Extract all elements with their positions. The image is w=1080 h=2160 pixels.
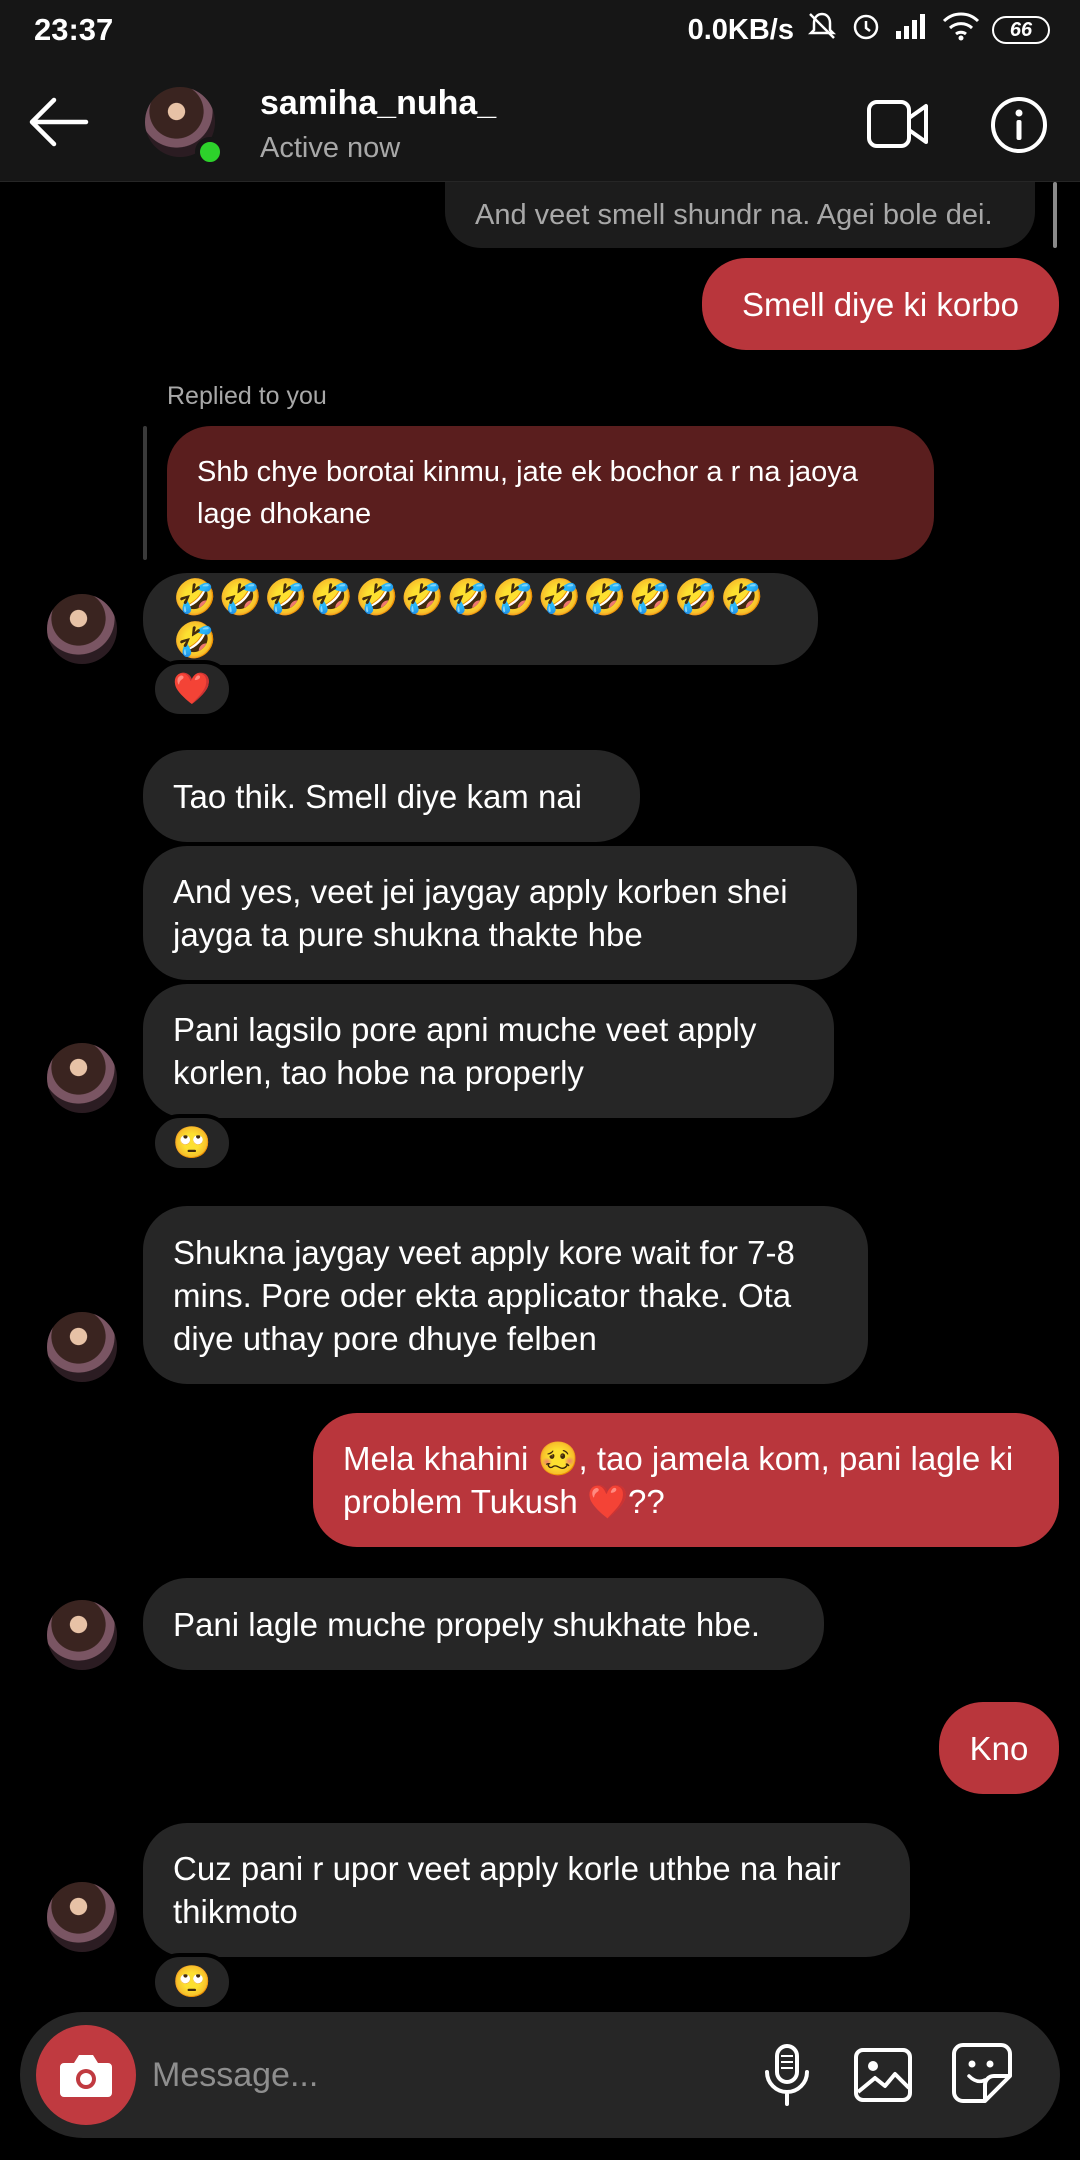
info-button[interactable]	[990, 96, 1048, 154]
message-text: Smell diye ki korbo	[742, 285, 1019, 323]
avatar[interactable]	[47, 1882, 117, 1952]
message-bubble-received[interactable]: 🤣🤣🤣🤣🤣🤣🤣🤣🤣🤣🤣🤣🤣🤣	[143, 573, 818, 665]
message-bubble-received[interactable]: Pani lagle muche propely shukhate hbe.	[143, 1578, 824, 1670]
chat-header: samiha_nuha_ Active now	[0, 62, 1080, 182]
gallery-icon	[854, 2048, 912, 2102]
camera-button[interactable]	[36, 2025, 136, 2125]
message-text: Pani lagsilo pore apni muche veet apply …	[173, 1011, 757, 1091]
message-bubble-received[interactable]: And veet smell shundr na. Agei bole dei.	[445, 182, 1035, 248]
message-composer	[20, 2012, 1060, 2138]
message-text: 🤣🤣🤣🤣🤣🤣🤣🤣🤣🤣🤣🤣🤣🤣	[173, 578, 766, 660]
message-text: Mela khahini 🥴, tao jamela kom, pani lag…	[343, 1440, 1014, 1520]
message-bubble-received[interactable]: Shukna jaygay veet apply kore wait for 7…	[143, 1206, 868, 1384]
status-bar: 23:37 0.0KB/s 66	[0, 0, 1080, 62]
gallery-button[interactable]	[851, 2042, 915, 2108]
reaction-eyeroll[interactable]: 🙄	[151, 1953, 233, 2011]
avatar[interactable]	[47, 594, 117, 664]
status-icons: 0.0KB/s 66	[688, 10, 1050, 50]
mute-icon	[806, 10, 838, 50]
username[interactable]: samiha_nuha_	[260, 84, 496, 123]
sticker-button[interactable]	[949, 2040, 1015, 2106]
reaction-heart[interactable]: ❤️	[151, 660, 233, 718]
sticker-icon	[952, 2043, 1012, 2103]
battery-icon: 66	[992, 16, 1050, 44]
message-text: And veet smell shundr na. Agei bole dei.	[475, 198, 993, 231]
back-arrow-icon	[29, 97, 89, 147]
replied-label: Replied to you	[167, 382, 327, 410]
quoted-text: Shb chye borotai kinmu, jate ek bochor a…	[197, 456, 858, 530]
message-bubble-sent[interactable]: Mela khahini 🥴, tao jamela kom, pani lag…	[313, 1413, 1059, 1547]
scrollbar[interactable]	[1053, 182, 1057, 248]
message-input[interactable]	[152, 2042, 712, 2108]
message-bubble-received[interactable]: Tao thik. Smell diye kam nai	[143, 750, 640, 842]
video-call-button[interactable]	[866, 96, 930, 152]
quoted-message[interactable]: Shb chye borotai kinmu, jate ek bochor a…	[167, 426, 934, 560]
signal-icon	[894, 11, 930, 49]
message-text: Cuz pani r upor veet apply korle uthbe n…	[173, 1850, 841, 1930]
message-bubble-received[interactable]: Cuz pani r upor veet apply korle uthbe n…	[143, 1823, 910, 1957]
reply-bar	[143, 426, 147, 560]
message-bubble-received[interactable]: Pani lagsilo pore apni muche veet apply …	[143, 984, 834, 1118]
online-indicator	[195, 137, 225, 167]
profile-avatar[interactable]	[145, 87, 225, 167]
video-call-icon	[867, 100, 928, 148]
net-speed: 0.0KB/s	[687, 13, 794, 46]
avatar[interactable]	[47, 1043, 117, 1113]
message-bubble-received[interactable]: And yes, veet jei jaygay apply korben sh…	[143, 846, 857, 980]
microphone-button[interactable]	[755, 2042, 819, 2108]
message-bubble-sent[interactable]: Smell diye ki korbo	[702, 258, 1059, 350]
status-time: 23:37	[34, 12, 114, 47]
message-text: Kno	[969, 1729, 1029, 1767]
avatar[interactable]	[47, 1312, 117, 1382]
message-bubble-sent[interactable]: Kno	[939, 1702, 1059, 1794]
active-status: Active now	[260, 132, 401, 164]
reaction-eyeroll[interactable]: 🙄	[151, 1114, 233, 1172]
back-button[interactable]	[26, 92, 90, 152]
microphone-icon	[765, 2044, 809, 2106]
message-text: And yes, veet jei jaygay apply korben sh…	[173, 873, 788, 953]
info-icon	[991, 97, 1047, 153]
camera-icon	[60, 2055, 112, 2097]
message-text: Shukna jaygay veet apply kore wait for 7…	[173, 1233, 795, 1357]
message-text: Tao thik. Smell diye kam nai	[173, 777, 583, 815]
avatar[interactable]	[47, 1600, 117, 1670]
message-text: Pani lagle muche propely shukhate hbe.	[173, 1605, 761, 1643]
wifi-icon	[942, 11, 980, 49]
alarm-icon	[850, 10, 882, 50]
